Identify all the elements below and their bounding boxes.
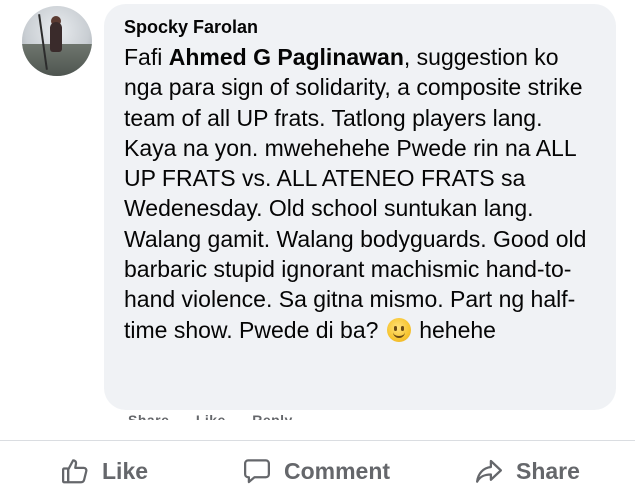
post-action-bar: Like Comment Share [0,448,635,494]
comment-share-link[interactable]: Share [128,412,169,420]
avatar[interactable] [22,6,92,76]
comment-author[interactable]: Spocky Farolan [124,16,598,38]
avatar-person [50,22,62,52]
share-arrow-icon [474,456,504,486]
divider [0,440,635,441]
thumbs-up-icon [60,456,90,486]
comment-sub-actions: Share Like Reply [128,412,315,420]
comment-text-end: hehehe [412,316,496,343]
like-button-label: Like [102,457,149,484]
comment-text: Fafi Ahmed G Paglinawan, suggestion ko n… [124,42,598,345]
comment-reply-link[interactable]: Reply [252,412,293,420]
comment-mention[interactable]: Ahmed G Paglinawan [169,44,404,70]
share-button[interactable]: Share [474,448,580,494]
like-button[interactable]: Like [60,448,148,494]
comment-button[interactable]: Comment [242,448,390,494]
share-button-label: Share [516,457,580,484]
comment-text-start: Fafi [124,44,169,70]
speech-bubble-icon [242,456,272,486]
comment-text-body: , suggestion ko nga para sign of solidar… [124,44,587,343]
comment-button-label: Comment [284,457,391,484]
comment-like-link[interactable]: Like [196,412,226,420]
slightly-smiling-face-icon [386,317,411,342]
comment-bubble: Spocky Farolan Fafi Ahmed G Paglinawan, … [104,4,616,410]
